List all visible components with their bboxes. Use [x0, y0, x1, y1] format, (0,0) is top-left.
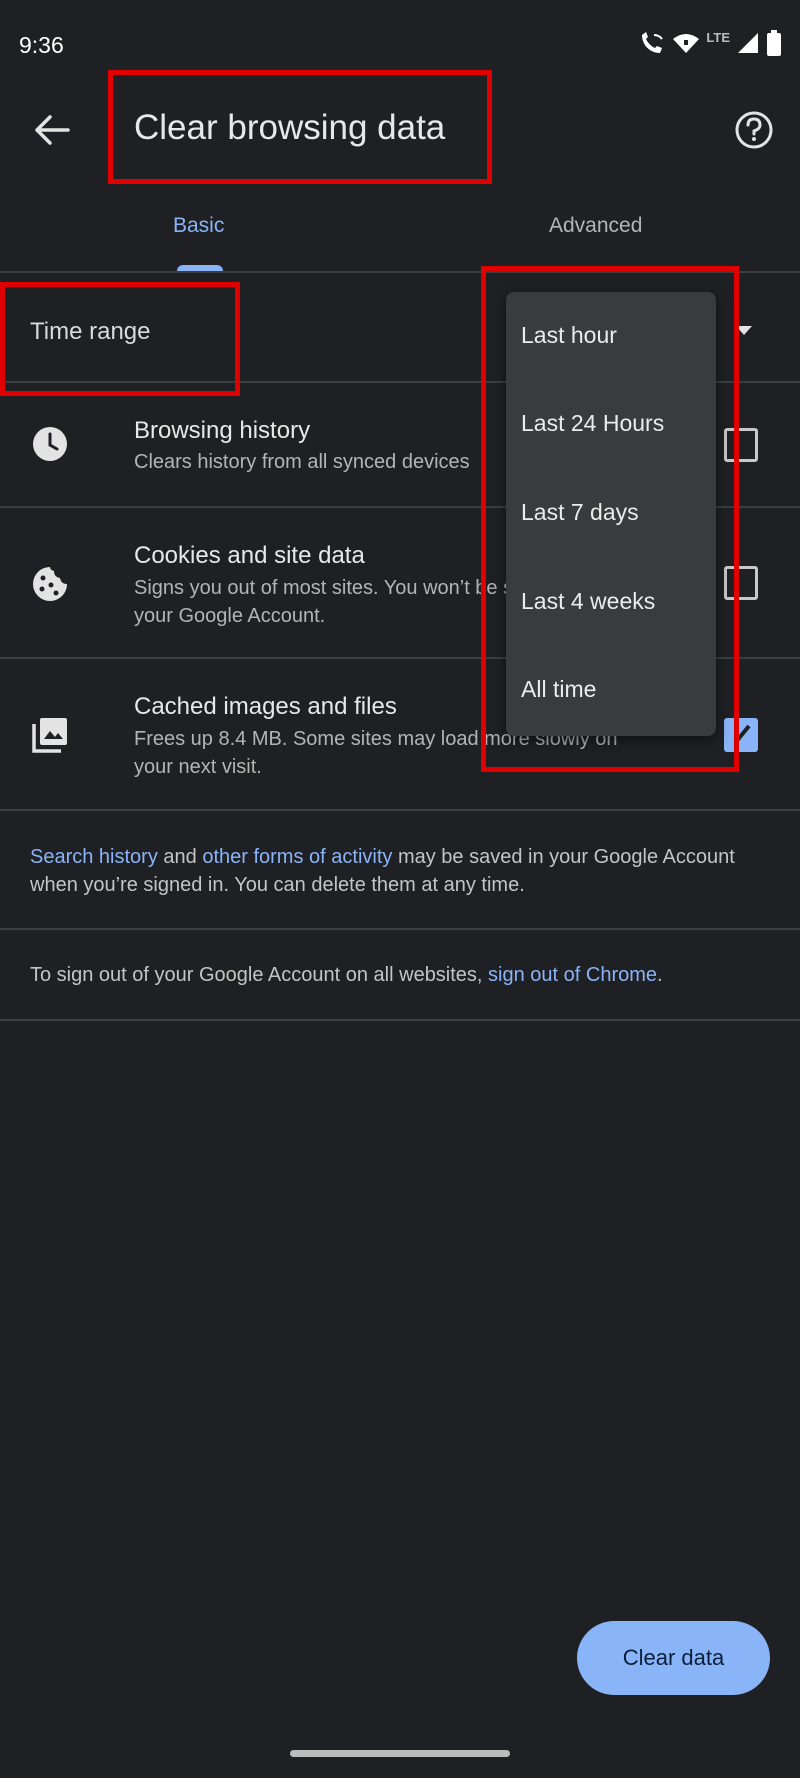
- cached-images-title: Cached images and files: [134, 693, 397, 720]
- cookies-title: Cookies and site data: [134, 542, 365, 569]
- signout-info: To sign out of your Google Account on al…: [30, 961, 750, 989]
- divider: [0, 928, 800, 930]
- help-button[interactable]: [732, 108, 776, 152]
- divider: [0, 809, 800, 811]
- network-type: LTE: [706, 29, 730, 45]
- status-time: 9:36: [19, 32, 64, 58]
- activity-info: Search history and other forms of activi…: [30, 843, 750, 899]
- clear-data-button[interactable]: Clear data: [577, 1621, 770, 1695]
- back-button[interactable]: [30, 108, 74, 152]
- annotation-box-time-range: [0, 282, 240, 396]
- signal-icon: [738, 33, 758, 53]
- signout-suffix: .: [657, 964, 663, 986]
- tab-basic[interactable]: Basic: [173, 214, 224, 238]
- arrow-back-icon: [35, 115, 70, 145]
- status-icons: LTE: [638, 30, 782, 56]
- clock-icon: [30, 424, 70, 464]
- other-activity-link[interactable]: other forms of activity: [202, 846, 392, 868]
- signout-prefix: To sign out of your Google Account on al…: [30, 964, 489, 986]
- search-history-link[interactable]: Search history: [30, 846, 158, 868]
- sign-out-link[interactable]: sign out of Chrome: [488, 964, 657, 986]
- wifi-icon: [673, 34, 700, 53]
- photo-library-icon: [30, 715, 70, 755]
- browsing-history-title: Browsing history: [134, 417, 311, 444]
- divider: [0, 1019, 800, 1021]
- annotation-box-menu: [481, 266, 739, 772]
- help-icon: [735, 111, 773, 149]
- wifi-call-icon: [642, 32, 664, 53]
- battery-icon: [767, 30, 781, 56]
- home-indicator[interactable]: [290, 1750, 510, 1757]
- info-and: and: [157, 846, 203, 868]
- tab-advanced[interactable]: Advanced: [549, 214, 642, 238]
- cookie-icon: [30, 564, 70, 604]
- annotation-box-title: [108, 70, 492, 184]
